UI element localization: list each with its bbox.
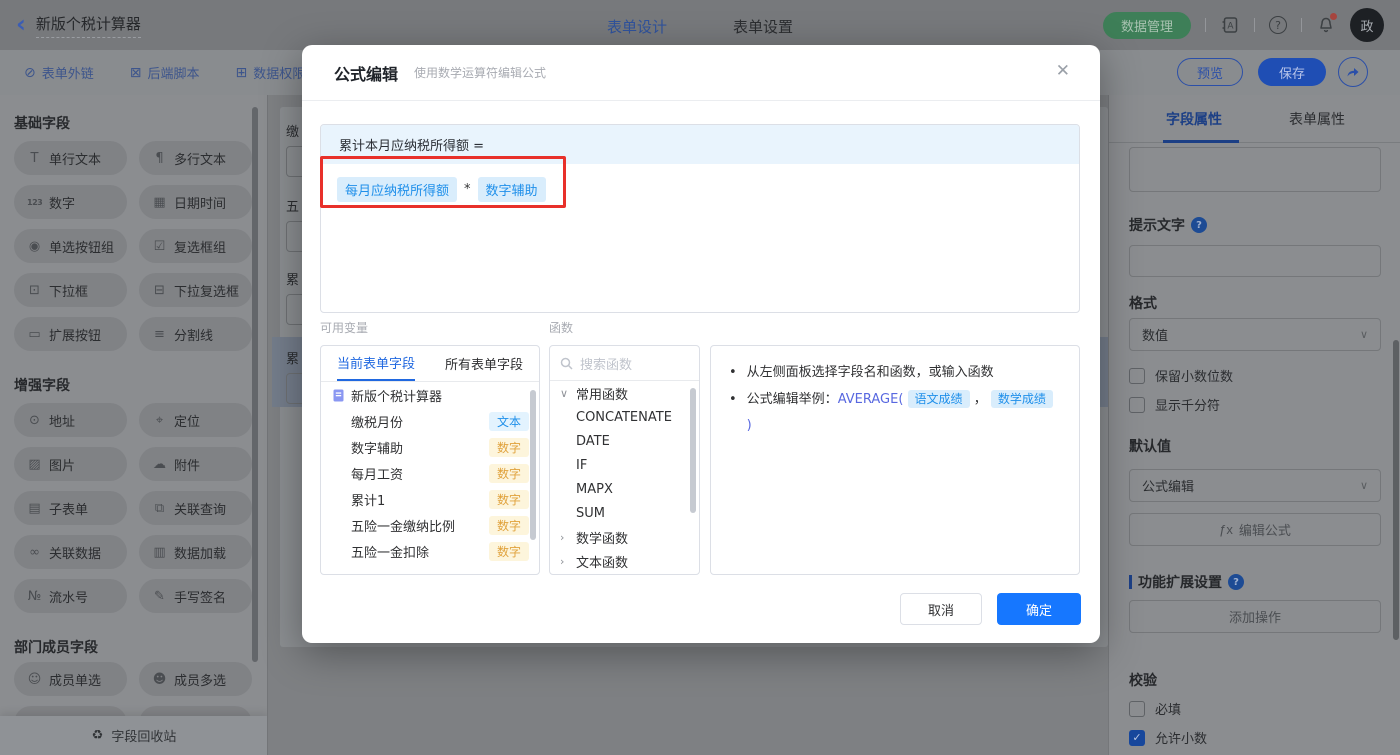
type-badge: 数字 [488, 489, 529, 509]
formula-editor-box[interactable]: 累计本月应纳税所得额 = 每月应纳税所得额 * 数字辅助 [320, 124, 1080, 313]
formula-operator: * [464, 182, 471, 197]
tab-current-form-fields[interactable]: 当前表单字段 [337, 346, 416, 381]
type-badge: 数字 [488, 541, 529, 561]
form-icon [333, 389, 344, 401]
tip-text: 从左侧面板选择字段名和函数，或输入函数 [746, 365, 994, 380]
tips-panel: • 从左侧面板选择字段名和函数，或输入函数 • 公式编辑举例：AVERAGE( … [710, 345, 1080, 575]
modal-title: 公式编辑 [334, 64, 399, 84]
tree-root-label: 新版个税计算器 [351, 389, 443, 405]
caret-right-icon: › [560, 554, 565, 568]
function-group-text[interactable]: › 文本函数 [550, 549, 699, 573]
function-group-math[interactable]: › 数学函数 [550, 525, 699, 549]
function-name: SUM [576, 505, 605, 521]
variable-tree-root[interactable]: 新版个税计算器 [321, 382, 539, 408]
variables-scrollbar[interactable] [530, 390, 536, 540]
modal-subtitle: 使用数学运算符编辑公式 [414, 66, 547, 80]
formula-target-band: 累计本月应纳税所得额 = [321, 125, 1079, 164]
function-group-common[interactable]: ∨ 常用函数 [550, 381, 699, 405]
function-item[interactable]: CONCATENATE [550, 405, 699, 429]
formula-target-label: 累计本月应纳税所得额 = [339, 139, 485, 154]
modal-header: 公式编辑 使用数学运算符编辑公式 ✕ [302, 45, 1100, 101]
variable-name: 缴税月份 [351, 415, 404, 431]
bullet: • [729, 392, 737, 407]
example-function-close: ) [746, 418, 752, 433]
formula-editor-modal: 公式编辑 使用数学运算符编辑公式 ✕ 累计本月应纳税所得额 = 每月应纳税所得额… [302, 45, 1100, 643]
caret-down-icon: ∨ [560, 386, 569, 400]
variable-item[interactable]: 五险一金缴纳比例 数字 [321, 512, 539, 538]
variable-item[interactable]: 累计1 数字 [321, 486, 539, 512]
function-name: CONCATENATE [576, 409, 672, 425]
variable-name: 五险一金缴纳比例 [351, 519, 456, 535]
variables-panel-label: 可用变量 [320, 321, 369, 335]
formula-field-chip[interactable]: 每月应纳税所得额 [337, 177, 458, 202]
function-item[interactable]: DATE [550, 429, 699, 453]
variables-panel: 当前表单字段 所有表单字段 新版个税计算器 缴税月份 文本 数字辅助 数字 每月工资… [320, 345, 540, 575]
example-prefix: 公式编辑举例： [746, 392, 838, 407]
function-name: IF [576, 457, 588, 473]
function-name: DATE [576, 433, 610, 449]
function-name: MAPX [576, 481, 613, 497]
type-badge: 数字 [488, 515, 529, 535]
example-field-chip: 数学成绩 [990, 390, 1053, 408]
function-item[interactable]: SUM [550, 501, 699, 525]
variable-name: 每月工资 [351, 467, 404, 483]
type-badge: 文本 [488, 411, 529, 431]
variables-tabs: 当前表单字段 所有表单字段 [321, 346, 539, 382]
function-item[interactable]: MAPX [550, 477, 699, 501]
variable-item[interactable]: 缴税月份 文本 [321, 408, 539, 434]
type-badge: 数字 [488, 463, 529, 483]
group-label: 常用函数 [576, 387, 629, 403]
variable-item[interactable]: 数字辅助 数字 [321, 434, 539, 460]
search-placeholder: 搜索函数 [580, 357, 633, 373]
formula-expression[interactable]: 每月应纳税所得额 * 数字辅助 [321, 164, 1079, 215]
example-function: AVERAGE( [837, 392, 904, 407]
variable-name: 累计1 [351, 493, 386, 509]
variable-item[interactable]: 五险一金扣除 数字 [321, 538, 539, 564]
search-icon [560, 357, 573, 370]
tip-example-line: • 公式编辑举例：AVERAGE( 语文成绩 ， 数学成绩 ) [729, 386, 1061, 439]
tip-example: 公式编辑举例：AVERAGE( 语文成绩 ， 数学成绩 ) [747, 386, 1061, 439]
variable-item[interactable]: 每月工资 数字 [321, 460, 539, 486]
variable-name: 数字辅助 [351, 441, 404, 457]
functions-panel: 搜索函数 ∨ 常用函数 CONCATENATE DATE IF MAPX SUM … [549, 345, 700, 575]
tab-all-form-fields[interactable]: 所有表单字段 [445, 346, 523, 381]
function-item[interactable]: IF [550, 453, 699, 477]
example-field-chip: 语文成绩 [907, 390, 970, 408]
close-icon[interactable]: ✕ [1056, 63, 1070, 80]
app-screen: ‹ 新版个税计算器 表单设计 表单设置 数据管理 A ? 政 ⊘ 表单外链 ⊠ … [0, 0, 1400, 755]
type-badge: 数字 [488, 437, 529, 457]
formula-field-chip[interactable]: 数字辅助 [477, 177, 546, 202]
variable-name: 五险一金扣除 [351, 545, 430, 561]
cancel-button[interactable]: 取消 [900, 593, 982, 625]
example-comma: ， [973, 392, 987, 407]
group-label: 数学函数 [576, 531, 629, 547]
function-search[interactable]: 搜索函数 [550, 346, 699, 381]
functions-panel-label: 函数 [549, 321, 574, 335]
bullet: • [729, 365, 737, 380]
caret-right-icon: › [560, 530, 565, 544]
tip-line: • 从左侧面板选择字段名和函数，或输入函数 [729, 360, 1061, 386]
confirm-button[interactable]: 确定 [997, 593, 1081, 625]
functions-scrollbar[interactable] [690, 388, 696, 513]
group-label: 文本函数 [576, 555, 629, 571]
